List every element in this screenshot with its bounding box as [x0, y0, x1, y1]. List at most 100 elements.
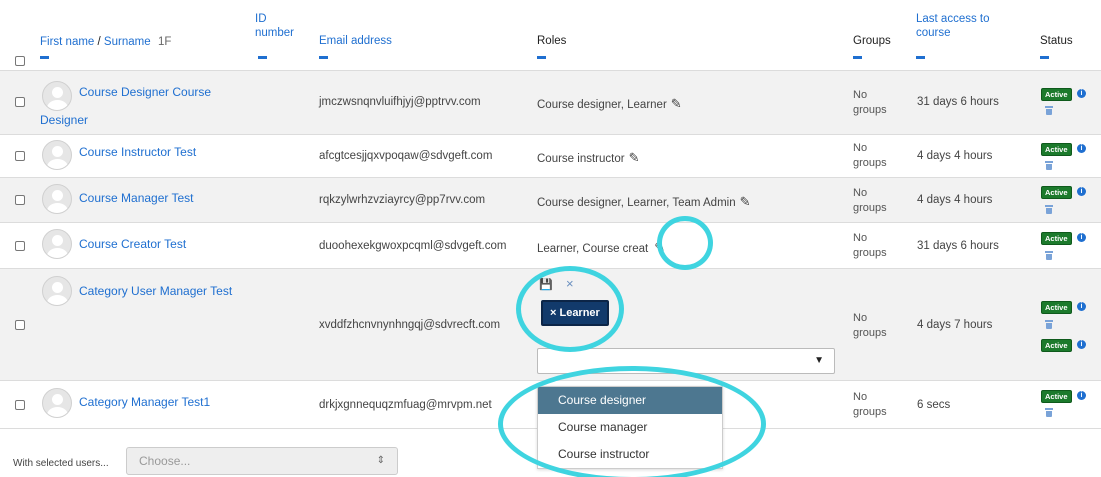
- header-separator: /: [94, 36, 104, 48]
- edit-roles-pencil-icon[interactable]: ✎: [629, 150, 640, 166]
- groups-line1: No: [853, 89, 868, 101]
- bulk-action-select[interactable]: Choose... ⇕: [126, 447, 398, 475]
- status-badge: Active: [1041, 232, 1072, 245]
- user-groups: No groups: [853, 231, 887, 261]
- user-roles: Course designer, Learner ✎: [537, 96, 682, 112]
- row-checkbox[interactable]: [15, 195, 25, 205]
- roles-text: Course designer, Learner, Team Admin: [537, 197, 736, 209]
- user-email: xvddfzhcnvnynhngqj@sdvrecft.com: [319, 319, 501, 331]
- sort-email-link[interactable]: Email address: [319, 34, 392, 48]
- avatar: [42, 276, 72, 306]
- info-icon[interactable]: i: [1077, 391, 1086, 400]
- info-icon[interactable]: i: [1077, 144, 1086, 153]
- row-divider: [0, 222, 1101, 223]
- user-name-link[interactable]: Category User Manager Test: [79, 283, 232, 299]
- bulk-action-placeholder: Choose...: [139, 454, 191, 468]
- info-icon[interactable]: i: [1077, 340, 1086, 349]
- row-checkbox[interactable]: [15, 320, 25, 330]
- id-number-line1: ID: [255, 13, 267, 25]
- status-badge: Active: [1041, 390, 1072, 403]
- last-access: 31 days 6 hours: [917, 240, 999, 252]
- groups-line2: groups: [853, 202, 887, 214]
- user-groups: No groups: [853, 186, 887, 216]
- hide-status-column-icon[interactable]: [1040, 56, 1049, 59]
- user-name-link-part2[interactable]: Designer: [40, 112, 88, 128]
- hide-id-column-icon[interactable]: [258, 56, 267, 59]
- highlight-circle-dropdown: [498, 366, 766, 477]
- user-groups: No groups: [853, 311, 887, 341]
- trash-icon[interactable]: [1045, 161, 1053, 170]
- info-icon[interactable]: i: [1077, 89, 1086, 98]
- trash-icon[interactable]: [1045, 205, 1053, 214]
- user-email: jmczwsnqnvluifhjyj@pptrvv.com: [319, 96, 481, 108]
- with-selected-users-label: With selected users...: [13, 458, 109, 469]
- sort-first-name-link[interactable]: First name: [40, 36, 94, 48]
- row-checkbox[interactable]: [15, 151, 25, 161]
- trash-icon[interactable]: [1045, 320, 1053, 329]
- avatar: [42, 229, 72, 259]
- avatar: [42, 140, 72, 170]
- chevron-down-icon: ▼: [814, 355, 824, 366]
- row-checkbox[interactable]: [15, 241, 25, 251]
- hide-groups-column-icon[interactable]: [853, 56, 862, 59]
- select-all-checkbox[interactable]: [15, 56, 25, 66]
- row-checkbox[interactable]: [15, 400, 25, 410]
- last-access: 4 days 4 hours: [917, 194, 993, 206]
- user-roles: Learner, Course creat ✎: [537, 240, 665, 256]
- groups-header: Groups: [853, 35, 891, 47]
- groups-line2: groups: [853, 406, 887, 418]
- user-name-link-part1[interactable]: Course Designer Course: [79, 84, 211, 100]
- avatar: [42, 388, 72, 418]
- last-access: 31 days 6 hours: [917, 96, 999, 108]
- hide-roles-column-icon[interactable]: [537, 56, 546, 59]
- info-icon[interactable]: i: [1077, 302, 1086, 311]
- row-checkbox[interactable]: [15, 97, 25, 107]
- info-icon[interactable]: i: [1077, 233, 1086, 242]
- roles-text: Learner, Course creat: [537, 243, 649, 255]
- trash-icon[interactable]: [1045, 251, 1053, 260]
- select-arrows-icon: ⇕: [376, 455, 385, 466]
- user-roles: Course designer, Learner, Team Admin ✎: [537, 194, 751, 210]
- user-name-link[interactable]: Course Creator Test: [79, 236, 186, 252]
- groups-line2: groups: [853, 327, 887, 339]
- groups-line1: No: [853, 187, 868, 199]
- user-email: duoohexekgwoxpcqml@sdvgeft.com: [319, 240, 507, 252]
- status-badge: Active: [1041, 143, 1072, 156]
- row-divider: [0, 134, 1101, 135]
- user-groups: No groups: [853, 390, 887, 420]
- edit-roles-pencil-icon[interactable]: ✎: [671, 96, 682, 112]
- info-icon[interactable]: i: [1077, 187, 1086, 196]
- groups-line1: No: [853, 391, 868, 403]
- groups-line1: No: [853, 312, 868, 324]
- roles-text: Course instructor: [537, 153, 625, 165]
- trash-icon[interactable]: [1045, 408, 1053, 417]
- sort-id-number-link[interactable]: ID number: [255, 12, 294, 40]
- user-name-link[interactable]: Course Instructor Test: [79, 144, 196, 160]
- trash-icon[interactable]: [1045, 106, 1053, 115]
- sort-indicator-icon: 1F: [157, 36, 172, 48]
- status-badge: Active: [1041, 301, 1072, 314]
- last-access: 4 days 7 hours: [917, 319, 993, 331]
- status-badge: Active: [1041, 186, 1072, 199]
- roles-text: Course designer, Learner: [537, 99, 667, 111]
- edit-roles-pencil-icon[interactable]: ✎: [740, 194, 751, 210]
- groups-line2: groups: [853, 247, 887, 259]
- sort-last-access-link[interactable]: Last access to course: [916, 12, 990, 40]
- user-name-link[interactable]: Category Manager Test1: [79, 394, 210, 410]
- hide-last-access-column-icon[interactable]: [916, 56, 925, 59]
- groups-line1: No: [853, 232, 868, 244]
- highlight-circle-learner-tag: [516, 266, 624, 352]
- status-badge: Active: [1041, 88, 1072, 101]
- last-access-line2: course: [916, 27, 951, 39]
- user-email: rqkzylwrhzvziayrcy@pp7rvv.com: [319, 194, 486, 206]
- user-name-link[interactable]: Course Manager Test: [79, 190, 194, 206]
- hide-email-column-icon[interactable]: [319, 56, 328, 59]
- avatar: [42, 184, 72, 214]
- avatar: [42, 81, 72, 111]
- status-header: Status: [1040, 35, 1073, 47]
- hide-name-column-icon[interactable]: [40, 56, 49, 59]
- id-number-line2: number: [255, 27, 294, 39]
- user-groups: No groups: [853, 88, 887, 118]
- user-groups: No groups: [853, 141, 887, 171]
- sort-surname-link[interactable]: Surname: [104, 36, 151, 48]
